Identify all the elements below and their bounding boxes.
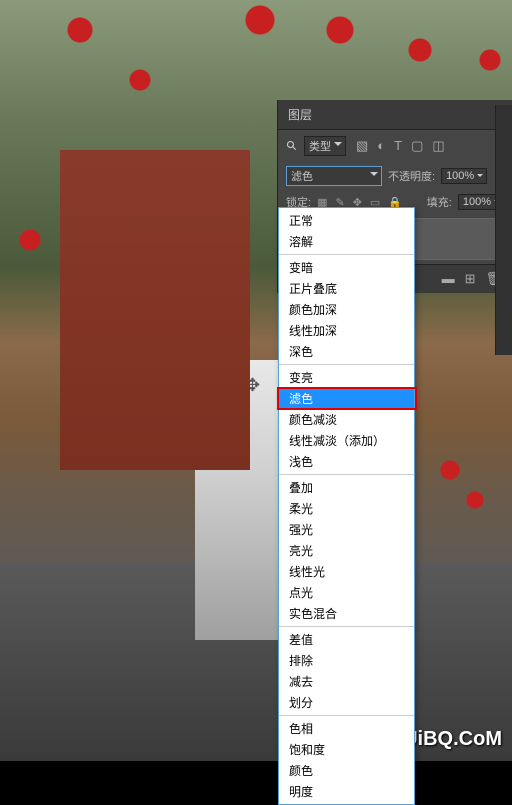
- blend-item[interactable]: 溶解: [279, 231, 414, 252]
- blend-item[interactable]: 正常: [279, 210, 414, 231]
- search-icon: [286, 140, 298, 152]
- blend-item[interactable]: 点光: [279, 582, 414, 603]
- blend-group-comparative: 差值 排除 减去 划分: [279, 627, 414, 716]
- blend-item[interactable]: 明度: [279, 781, 414, 802]
- blend-item[interactable]: 颜色减淡: [279, 409, 414, 430]
- blend-item[interactable]: 亮光: [279, 540, 414, 561]
- blend-item[interactable]: 差值: [279, 629, 414, 650]
- blend-item[interactable]: 划分: [279, 692, 414, 713]
- opacity-value[interactable]: 100%: [441, 168, 487, 184]
- blend-item[interactable]: 线性光: [279, 561, 414, 582]
- blend-group-lighten: 变亮 滤色 颜色减淡 线性减淡（添加） 浅色: [279, 365, 414, 475]
- blend-item[interactable]: 实色混合: [279, 603, 414, 624]
- blend-group-normal: 正常 溶解: [279, 208, 414, 255]
- blend-item[interactable]: 叠加: [279, 477, 414, 498]
- blend-item[interactable]: 线性加深: [279, 320, 414, 341]
- blend-mode-dropdown[interactable]: 滤色: [286, 166, 382, 186]
- type-filter-icon[interactable]: T: [394, 138, 402, 154]
- blend-item[interactable]: 变亮: [279, 367, 414, 388]
- blend-item-selected[interactable]: 滤色: [279, 388, 414, 409]
- blend-item[interactable]: 色相: [279, 718, 414, 739]
- blend-item[interactable]: 深色: [279, 341, 414, 362]
- doorway: [195, 360, 290, 640]
- blend-item[interactable]: 线性减淡（添加）: [279, 430, 414, 451]
- blend-mode-menu: 正常 溶解 变暗 正片叠底 颜色加深 线性加深 深色 变亮 滤色 颜色减淡 线性…: [278, 207, 415, 805]
- blend-group-contrast: 叠加 柔光 强光 亮光 线性光 点光 实色混合: [279, 475, 414, 627]
- shape-filter-icon[interactable]: ▢: [411, 138, 423, 154]
- blend-item[interactable]: 强光: [279, 519, 414, 540]
- blend-item[interactable]: 浅色: [279, 451, 414, 472]
- smart-filter-icon[interactable]: ◫: [432, 138, 444, 154]
- blend-item[interactable]: 颜色: [279, 760, 414, 781]
- blend-item[interactable]: 减去: [279, 671, 414, 692]
- blend-item[interactable]: 正片叠底: [279, 278, 414, 299]
- adjustment-filter-icon[interactable]: ◐: [377, 138, 385, 154]
- folder-icon[interactable]: ▬: [442, 271, 455, 287]
- blend-group-darken: 变暗 正片叠底 颜色加深 线性加深 深色: [279, 255, 414, 365]
- watermark-text: UiBQ.CoM: [403, 728, 502, 751]
- layers-tab[interactable]: 图层: [288, 106, 312, 123]
- blend-group-color: 色相 饱和度 颜色 明度: [279, 716, 414, 804]
- opacity-label: 不透明度:: [388, 168, 435, 184]
- new-layer-icon[interactable]: ⊞: [465, 271, 476, 287]
- blend-item[interactable]: 饱和度: [279, 739, 414, 760]
- fill-label: 填充:: [427, 194, 452, 210]
- pixel-filter-icon[interactable]: ▧: [356, 138, 368, 154]
- panel-collapse-strip[interactable]: [495, 105, 512, 355]
- blend-item[interactable]: 颜色加深: [279, 299, 414, 320]
- blend-item[interactable]: 柔光: [279, 498, 414, 519]
- blend-item[interactable]: 排除: [279, 650, 414, 671]
- blend-item[interactable]: 变暗: [279, 257, 414, 278]
- filter-type-dropdown[interactable]: 类型: [304, 136, 346, 156]
